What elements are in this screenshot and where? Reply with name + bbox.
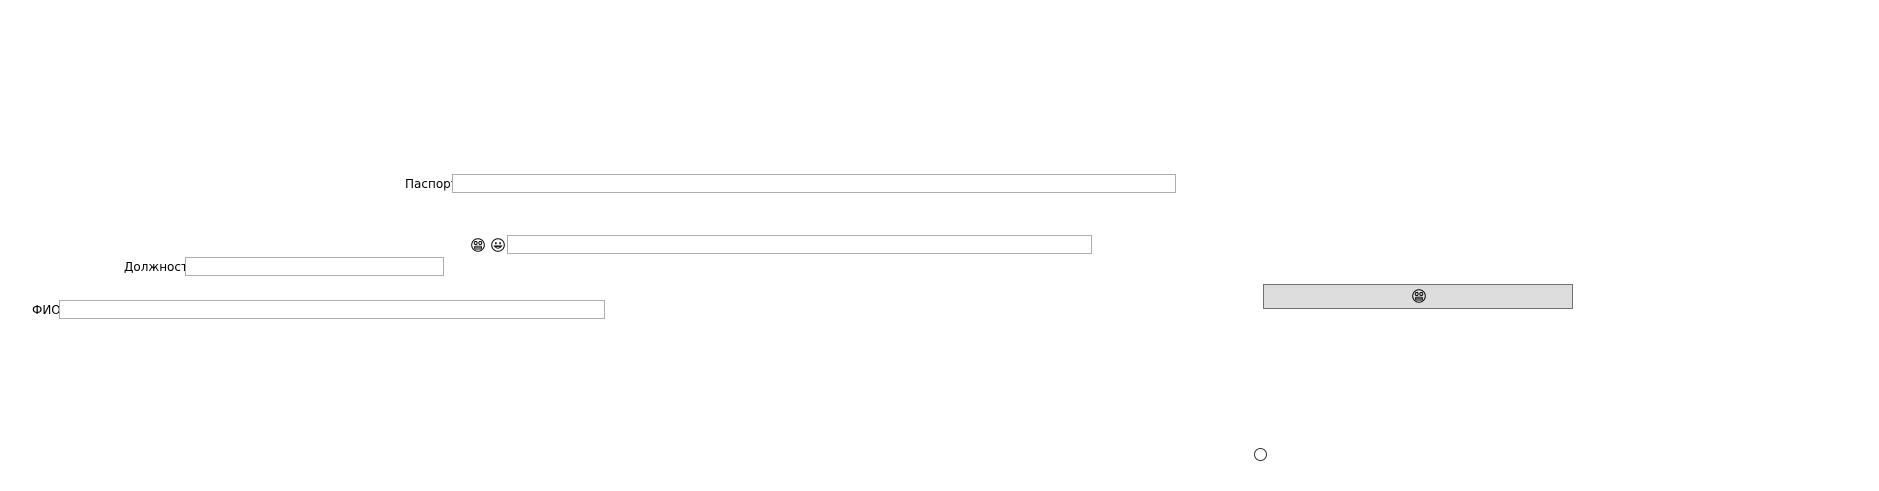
- grimacing-face-icon: [471, 238, 485, 252]
- passport-label: Паспорт: [405, 177, 458, 191]
- full-name-input[interactable]: [59, 300, 605, 319]
- emoji-input[interactable]: [507, 235, 1092, 254]
- emoji-button[interactable]: [1263, 284, 1573, 309]
- grinning-face-icon: [491, 238, 505, 252]
- grimacing-face-icon: [1412, 289, 1426, 303]
- radio-button[interactable]: [1254, 448, 1267, 461]
- passport-input[interactable]: [452, 174, 1176, 193]
- position-input[interactable]: [185, 257, 444, 276]
- full-name-label: ФИО: [32, 303, 61, 317]
